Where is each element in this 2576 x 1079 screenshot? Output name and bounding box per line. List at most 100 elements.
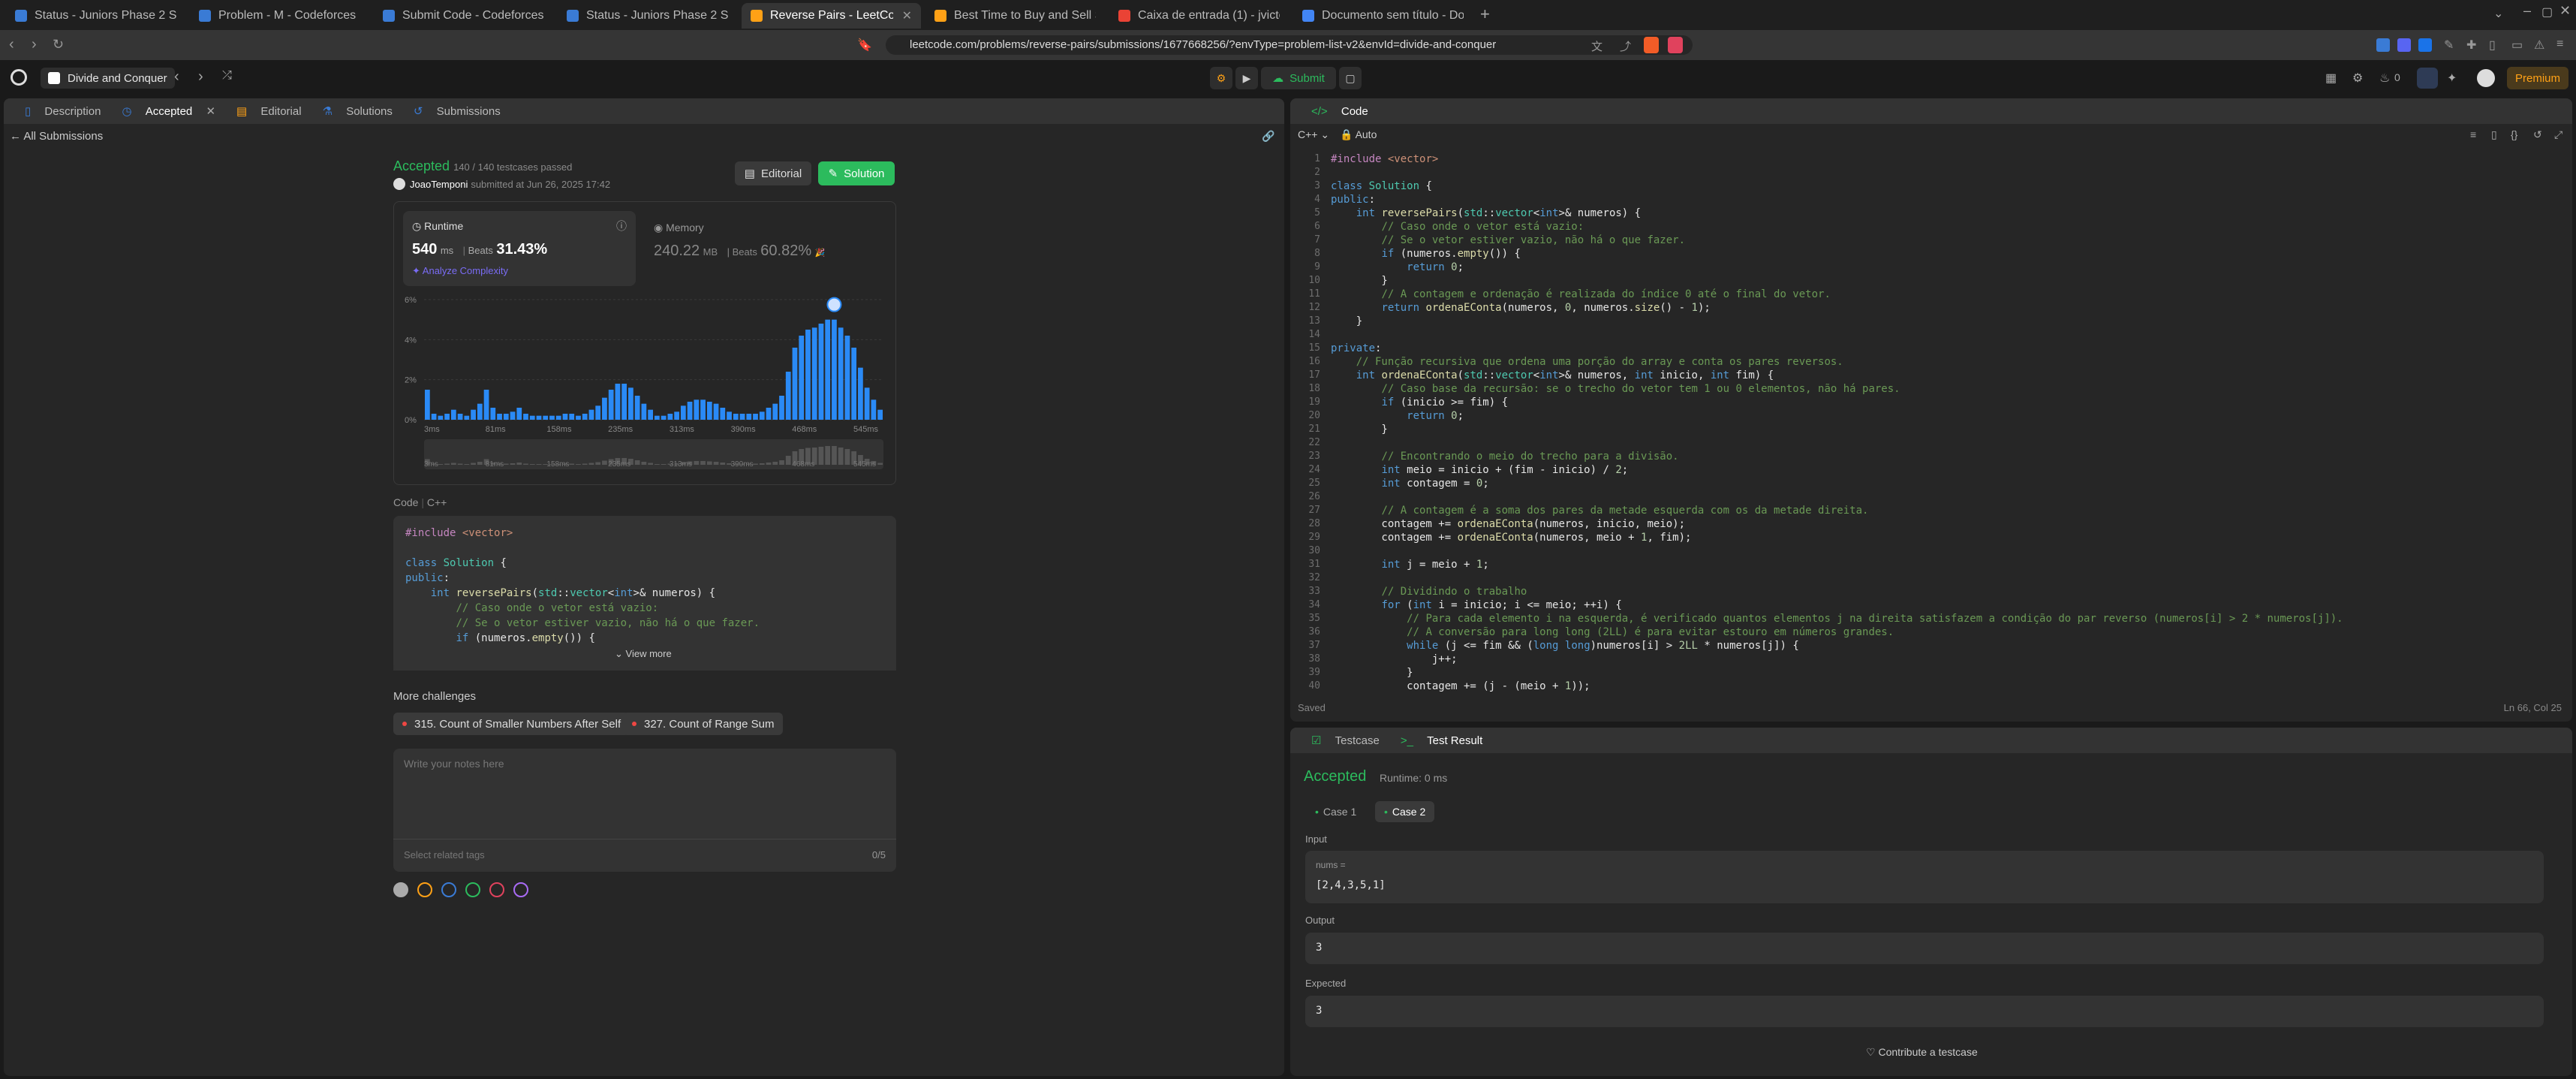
submit-button[interactable]: ☁ Submit: [1261, 67, 1336, 89]
browser-tab[interactable]: Documento sem título - Docu: [1293, 3, 1473, 29]
case-1-tab[interactable]: • Case 1: [1306, 801, 1365, 822]
browser-tab[interactable]: Best Time to Buy and Sell Sto: [925, 3, 1105, 29]
code-line[interactable]: 2: [1290, 166, 2566, 179]
back-icon[interactable]: ‹: [9, 36, 14, 53]
language-select[interactable]: C++ ⌄: [1298, 128, 1329, 141]
code-line[interactable]: 7 // Se o vetor estiver vazio, não há o …: [1290, 234, 2566, 247]
code-line[interactable]: 4 public:: [1290, 193, 2566, 206]
code-editor[interactable]: 1 #include <vector> 2 3 class Solution {4 pub…: [1290, 152, 2566, 692]
code-line[interactable]: 30: [1290, 544, 2566, 558]
auto-mode[interactable]: 🔒 Auto: [1340, 128, 1377, 141]
code-line[interactable]: 33 // Dividindo o trabalho: [1290, 585, 2566, 598]
code-line[interactable]: 39 }: [1290, 666, 2566, 680]
runtime-distribution-chart[interactable]: 6% 4% 2% 0% 3ms 81ms 158ms 235ms 313ms 390ms 468ms…: [403, 292, 888, 480]
code-line[interactable]: 31 int j = meio + 1;: [1290, 558, 2566, 571]
notes-box[interactable]: Write your notes here Select related tag…: [393, 749, 896, 872]
link-icon[interactable]: 🔗: [1262, 130, 1274, 143]
code-line[interactable]: 17 int ordenaEConta(std::vector<int>& nu…: [1290, 369, 2566, 382]
color-swatch-blue[interactable]: [441, 882, 456, 897]
challenge-tag[interactable]: 327. Count of Range Sum: [623, 713, 784, 735]
code-line[interactable]: 38 j++;: [1290, 653, 2566, 666]
add-friend-icon[interactable]: ✦: [2447, 71, 2457, 86]
username[interactable]: JoaoTemponi: [410, 179, 468, 190]
case-2-tab[interactable]: • Case 2: [1375, 801, 1435, 822]
challenge-tag[interactable]: 315. Count of Smaller Numbers After Self: [393, 713, 630, 735]
color-swatch-gray[interactable]: [393, 882, 408, 897]
editorial-button[interactable]: ▤ Editorial: [735, 161, 811, 185]
bookmark-icon[interactable]: 🔖: [857, 38, 872, 53]
tab-code[interactable]: </> Code: [1301, 105, 1368, 118]
code-line[interactable]: 5 int reversePairs(std::vector<int>& num…: [1290, 206, 2566, 220]
run-button[interactable]: ▶: [1235, 67, 1258, 89]
analyze-complexity-link[interactable]: ✦ Analyze Complexity: [412, 265, 508, 277]
browser-tab[interactable]: Submit Code - Codeforces: [374, 3, 553, 29]
debug-button[interactable]: ⚙: [1210, 67, 1232, 89]
tab-accepted[interactable]: ◷ Accepted ✕: [111, 104, 215, 118]
code-line[interactable]: 34 for (int i = inicio; i <= meio; ++i) …: [1290, 598, 2566, 612]
tab-testcase[interactable]: ☑ Testcase: [1301, 734, 1380, 747]
tab-test-result[interactable]: >_ Test Result: [1390, 734, 1482, 747]
format-icon[interactable]: ≡: [2470, 128, 2476, 140]
code-line[interactable]: 3 class Solution {: [1290, 179, 2566, 193]
timer-button[interactable]: [2417, 68, 2438, 89]
view-more-button[interactable]: ⌄ View more: [615, 648, 672, 660]
bookmark-icon[interactable]: ▯: [2491, 128, 2497, 141]
code-line[interactable]: 14: [1290, 328, 2566, 342]
notes-input[interactable]: Write your notes here: [404, 758, 504, 770]
menu-icon[interactable]: ≡: [2556, 38, 2563, 51]
code-line[interactable]: 21 }: [1290, 423, 2566, 436]
runtime-card[interactable]: ◷ Runtime ⓘ 540 ms | Beats 31.43% ✦ Anal…: [403, 211, 636, 286]
color-swatch-orange[interactable]: [417, 882, 432, 897]
code-line[interactable]: 9 return 0;: [1290, 261, 2566, 274]
reload-icon[interactable]: ↻: [53, 37, 64, 53]
code-line[interactable]: 36 // A conversão para long long (2LL) é…: [1290, 625, 2566, 639]
fullscreen-icon[interactable]: ⤢: [2554, 128, 2562, 141]
solution-button[interactable]: ✎ Solution: [818, 161, 895, 185]
code-line[interactable]: 20 return 0;: [1290, 409, 2566, 423]
avatar[interactable]: [2477, 69, 2495, 87]
browser-tab[interactable]: Problem - M - Codeforces: [190, 3, 369, 29]
memory-label[interactable]: ◉ Memory: [654, 222, 704, 234]
browser-tab[interactable]: Status - Juniors Phase 2 Sessi: [6, 3, 185, 29]
code-line[interactable]: 19 if (inicio >= fim) {: [1290, 396, 2566, 409]
color-swatch-purple[interactable]: [513, 882, 528, 897]
prev-problem-icon[interactable]: ‹: [174, 68, 179, 86]
minimize-icon[interactable]: –: [2523, 3, 2531, 19]
code-line[interactable]: 6 // Caso onde o vetor está vazio:: [1290, 220, 2566, 234]
code-line[interactable]: 32: [1290, 571, 2566, 585]
info-icon[interactable]: ⓘ: [616, 219, 627, 234]
code-line[interactable]: 22: [1290, 436, 2566, 450]
puzzle-icon[interactable]: ✚: [2466, 38, 2476, 53]
problem-list-button[interactable]: Divide and Conquer: [41, 68, 175, 89]
forward-icon[interactable]: ›: [32, 36, 37, 53]
leetcode-logo-icon[interactable]: [11, 69, 27, 86]
extension-icon[interactable]: [2418, 38, 2432, 52]
fire-icon[interactable]: ♨: [2379, 71, 2390, 86]
code-line[interactable]: 1 #include <vector>: [1290, 152, 2566, 166]
brave-rewards-icon[interactable]: [1668, 37, 1683, 53]
close-tab-icon[interactable]: ✕: [893, 8, 912, 23]
code-line[interactable]: 10 }: [1290, 274, 2566, 288]
translate-icon[interactable]: 文: [1591, 38, 1602, 54]
contribute-testcase-link[interactable]: ♡ Contribute a testcase: [1866, 1046, 1978, 1059]
code-line[interactable]: 40 contagem += (j - (meio + 1));: [1290, 680, 2566, 692]
code-line[interactable]: 11 // A contagem e ordenação é realizada…: [1290, 288, 2566, 301]
tab-editorial[interactable]: ▤ Editorial: [226, 104, 302, 118]
share-icon[interactable]: ⤴: [1620, 38, 1631, 54]
vpn-icon[interactable]: ⚠: [2534, 38, 2544, 53]
code-line[interactable]: 13 }: [1290, 315, 2566, 328]
reset-icon[interactable]: ↺: [2533, 128, 2542, 141]
tab-search-icon[interactable]: ⌄: [2493, 6, 2503, 21]
code-line[interactable]: 15 private:: [1290, 342, 2566, 355]
layout-icon[interactable]: ▦: [2325, 71, 2337, 86]
next-problem-icon[interactable]: ›: [198, 68, 203, 86]
notes-button[interactable]: ▢: [1339, 67, 1362, 89]
code-line[interactable]: 23 // Encontrando o meio do trecho para …: [1290, 450, 2566, 463]
code-line[interactable]: 25 int contagem = 0;: [1290, 477, 2566, 490]
premium-button[interactable]: Premium: [2507, 67, 2568, 89]
color-swatch-pink[interactable]: [489, 882, 504, 897]
url-input[interactable]: leetcode.com/problems/reverse-pairs/subm…: [886, 35, 1693, 55]
tags-input[interactable]: Select related tags: [404, 849, 485, 860]
code-line[interactable]: 28 contagem += ordenaEConta(numeros, ini…: [1290, 517, 2566, 531]
all-submissions-link[interactable]: ← All Submissions: [10, 130, 103, 143]
